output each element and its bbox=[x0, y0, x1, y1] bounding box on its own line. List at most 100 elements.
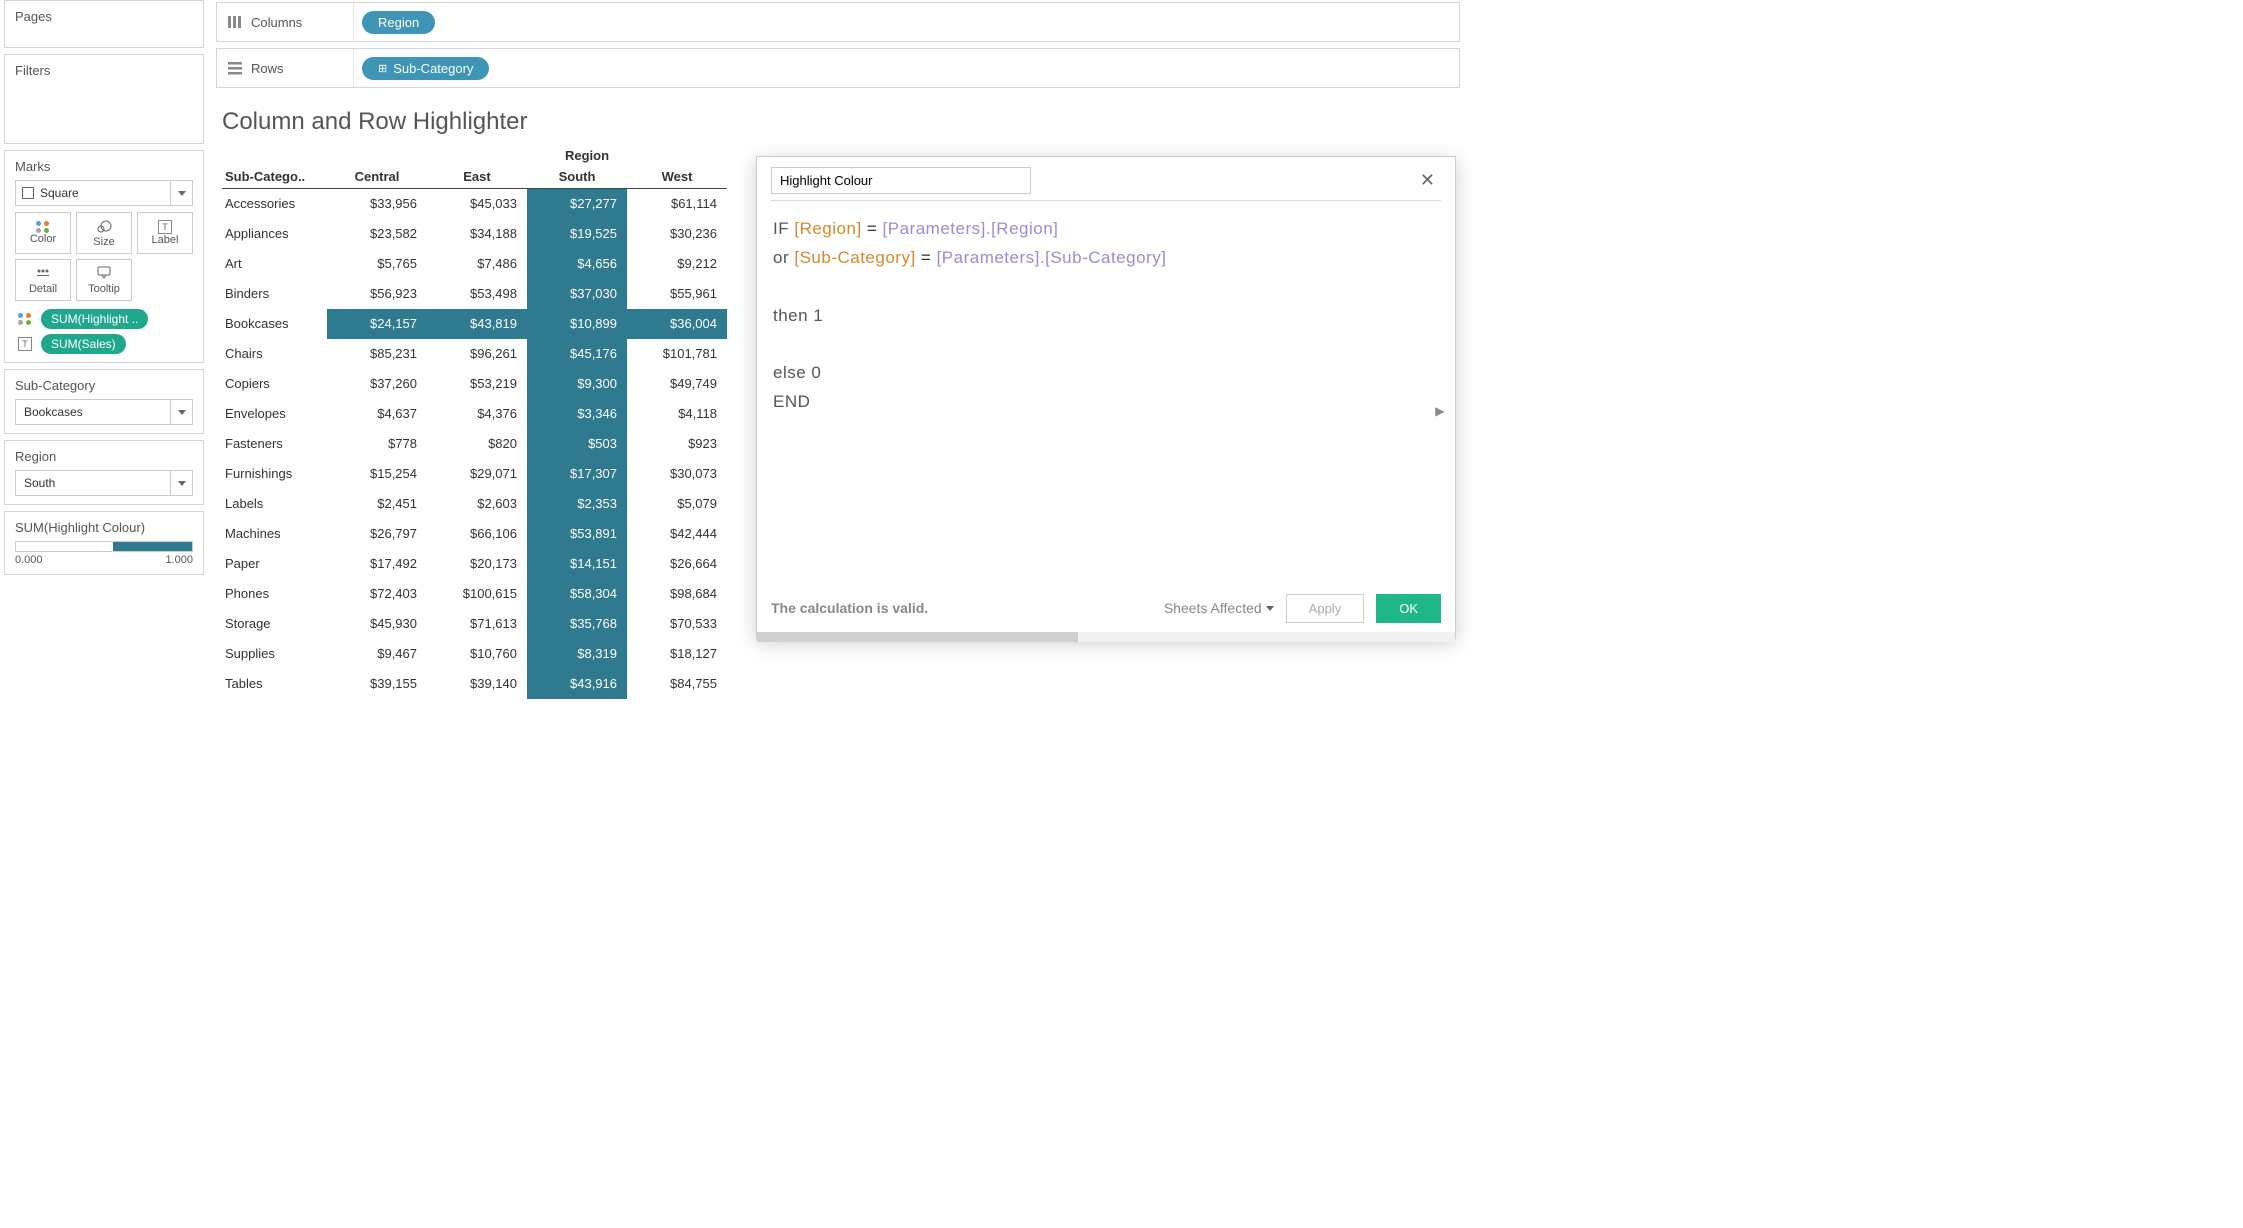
marks-detail-button[interactable]: Detail bbox=[15, 259, 71, 301]
columns-shelf[interactable]: Columns Region bbox=[216, 2, 1460, 42]
cell[interactable]: $101,781 bbox=[627, 339, 727, 369]
cell[interactable]: $70,533 bbox=[627, 609, 727, 639]
cell[interactable]: $84,755 bbox=[627, 669, 727, 699]
cell[interactable]: $37,260 bbox=[327, 369, 427, 399]
cell[interactable]: $55,961 bbox=[627, 279, 727, 309]
marks-type-select[interactable]: Square bbox=[15, 180, 193, 206]
cell[interactable]: $37,030 bbox=[527, 279, 627, 309]
cell[interactable]: $503 bbox=[527, 429, 627, 459]
cell[interactable]: $923 bbox=[627, 429, 727, 459]
calculation-name-input[interactable] bbox=[771, 167, 1031, 194]
cell[interactable]: $2,451 bbox=[327, 489, 427, 519]
cell[interactable]: $56,923 bbox=[327, 279, 427, 309]
cell[interactable]: $42,444 bbox=[627, 519, 727, 549]
cell[interactable]: $34,188 bbox=[427, 219, 527, 249]
calc-scrollbar[interactable] bbox=[757, 632, 1455, 642]
cell[interactable]: $30,236 bbox=[627, 219, 727, 249]
cell[interactable]: $33,956 bbox=[327, 189, 427, 219]
cell[interactable]: $5,765 bbox=[327, 249, 427, 279]
cell[interactable]: $18,127 bbox=[627, 639, 727, 669]
cell[interactable]: $96,261 bbox=[427, 339, 527, 369]
filters-shelf[interactable]: Filters bbox=[4, 54, 204, 144]
cell[interactable]: $4,656 bbox=[527, 249, 627, 279]
region-dropdown-icon[interactable] bbox=[170, 471, 192, 495]
cell[interactable]: $66,106 bbox=[427, 519, 527, 549]
marks-label-pill[interactable]: SUM(Sales) bbox=[41, 334, 126, 354]
cell[interactable]: $45,176 bbox=[527, 339, 627, 369]
cell[interactable]: $14,151 bbox=[527, 549, 627, 579]
cell[interactable]: $39,155 bbox=[327, 669, 427, 699]
cell[interactable]: $17,307 bbox=[527, 459, 627, 489]
close-icon[interactable]: ✕ bbox=[1414, 168, 1441, 193]
columns-pill-region[interactable]: Region bbox=[362, 11, 435, 34]
cell[interactable]: $36,004 bbox=[627, 309, 727, 339]
cell[interactable]: $17,492 bbox=[327, 549, 427, 579]
cell[interactable]: $10,899 bbox=[527, 309, 627, 339]
cell[interactable]: $29,071 bbox=[427, 459, 527, 489]
marks-type-dropdown[interactable] bbox=[170, 181, 192, 205]
cell[interactable]: $85,231 bbox=[327, 339, 427, 369]
cell[interactable]: $45,930 bbox=[327, 609, 427, 639]
ok-button[interactable]: OK bbox=[1376, 594, 1441, 623]
marks-card: Marks Square Color Size T Label bbox=[4, 150, 204, 363]
cell[interactable]: $100,615 bbox=[427, 579, 527, 609]
marks-color-pill[interactable]: SUM(Highlight .. bbox=[41, 309, 148, 329]
cell[interactable]: $8,319 bbox=[527, 639, 627, 669]
sheets-affected-dropdown[interactable]: Sheets Affected bbox=[1164, 600, 1274, 616]
cell[interactable]: $43,819 bbox=[427, 309, 527, 339]
viz-title[interactable]: Column and Row Highlighter bbox=[222, 108, 1454, 136]
cell[interactable]: $2,353 bbox=[527, 489, 627, 519]
cell[interactable]: $19,525 bbox=[527, 219, 627, 249]
cell[interactable]: $53,891 bbox=[527, 519, 627, 549]
marks-size-button[interactable]: Size bbox=[76, 212, 132, 254]
rows-shelf[interactable]: Rows ⊞ Sub-Category bbox=[216, 48, 1460, 88]
table-row: Fasteners$778$820$503$923 bbox=[222, 429, 727, 459]
cell[interactable]: $98,684 bbox=[627, 579, 727, 609]
cell[interactable]: $4,376 bbox=[427, 399, 527, 429]
cell[interactable]: $58,304 bbox=[527, 579, 627, 609]
subcategory-dropdown-icon[interactable] bbox=[170, 400, 192, 424]
cell[interactable]: $71,613 bbox=[427, 609, 527, 639]
apply-button[interactable]: Apply bbox=[1286, 594, 1365, 623]
marks-label-button[interactable]: T Label bbox=[137, 212, 193, 254]
cell[interactable]: $3,346 bbox=[527, 399, 627, 429]
cell[interactable]: $45,033 bbox=[427, 189, 527, 219]
cell[interactable]: $778 bbox=[327, 429, 427, 459]
cell[interactable]: $9,212 bbox=[627, 249, 727, 279]
cell[interactable]: $24,157 bbox=[327, 309, 427, 339]
cell[interactable]: $23,582 bbox=[327, 219, 427, 249]
cell[interactable]: $5,079 bbox=[627, 489, 727, 519]
cell[interactable]: $15,254 bbox=[327, 459, 427, 489]
subcategory-select[interactable]: Bookcases bbox=[15, 399, 193, 425]
color-legend-gradient[interactable] bbox=[15, 541, 193, 552]
cell[interactable]: $39,140 bbox=[427, 669, 527, 699]
cell[interactable]: $2,603 bbox=[427, 489, 527, 519]
cell[interactable]: $9,467 bbox=[327, 639, 427, 669]
marks-color-button[interactable]: Color bbox=[15, 212, 71, 254]
cell[interactable]: $49,749 bbox=[627, 369, 727, 399]
cell[interactable]: $72,403 bbox=[327, 579, 427, 609]
expand-caret-icon[interactable]: ▶ bbox=[1435, 401, 1445, 421]
cell[interactable]: $30,073 bbox=[627, 459, 727, 489]
calculation-editor-dialog[interactable]: ✕ IF [Region] = [Parameters].[Region] or… bbox=[756, 156, 1456, 639]
cell[interactable]: $35,768 bbox=[527, 609, 627, 639]
cell[interactable]: $26,664 bbox=[627, 549, 727, 579]
cell[interactable]: $26,797 bbox=[327, 519, 427, 549]
region-select[interactable]: South bbox=[15, 470, 193, 496]
cell[interactable]: $7,486 bbox=[427, 249, 527, 279]
cell[interactable]: $20,173 bbox=[427, 549, 527, 579]
cell[interactable]: $27,277 bbox=[527, 189, 627, 219]
marks-tooltip-button[interactable]: Tooltip bbox=[76, 259, 132, 301]
cell[interactable]: $53,498 bbox=[427, 279, 527, 309]
cell[interactable]: $61,114 bbox=[627, 189, 727, 219]
cell[interactable]: $10,760 bbox=[427, 639, 527, 669]
pages-shelf[interactable]: Pages bbox=[4, 0, 204, 48]
cell[interactable]: $9,300 bbox=[527, 369, 627, 399]
cell[interactable]: $4,118 bbox=[627, 399, 727, 429]
calculation-editor-body[interactable]: IF [Region] = [Parameters].[Region] or [… bbox=[771, 200, 1441, 580]
cell[interactable]: $820 bbox=[427, 429, 527, 459]
cell[interactable]: $43,916 bbox=[527, 669, 627, 699]
cell[interactable]: $53,219 bbox=[427, 369, 527, 399]
cell[interactable]: $4,637 bbox=[327, 399, 427, 429]
rows-pill-subcategory[interactable]: ⊞ Sub-Category bbox=[362, 57, 489, 80]
